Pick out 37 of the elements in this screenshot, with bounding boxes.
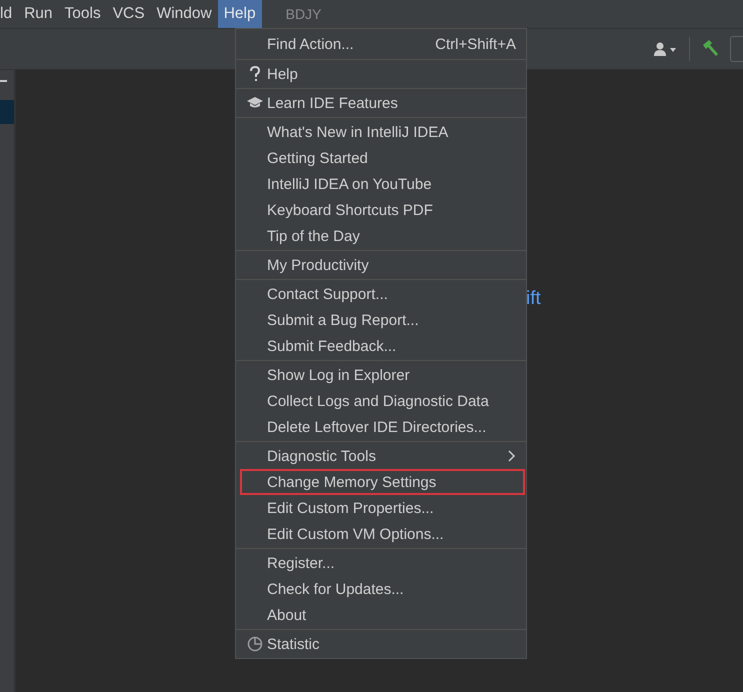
graduation-cap-icon <box>246 97 262 109</box>
menu-item[interactable]: Contact Support... <box>236 281 526 307</box>
menu-item[interactable]: Edit Custom Properties... <box>236 495 526 521</box>
menu-item[interactable]: Edit Custom VM Options... <box>236 521 526 547</box>
toolbar-button[interactable] <box>730 36 743 62</box>
menu-item[interactable]: Tip of the Day <box>236 223 526 249</box>
menu-item[interactable]: Keyboard Shortcuts PDF <box>236 197 526 223</box>
menu-item[interactable]: My Productivity <box>236 252 526 278</box>
menu-item[interactable]: Register... <box>236 550 526 576</box>
menu-item[interactable]: Learn IDE Features <box>236 90 526 116</box>
selected-row[interactable] <box>0 100 14 124</box>
menu-bar-item[interactable]: ld <box>0 0 18 28</box>
menu-item[interactable]: Submit a Bug Report... <box>236 307 526 333</box>
user-dropdown-icon[interactable] <box>653 41 679 57</box>
menu-item[interactable]: Collect Logs and Diagnostic Data <box>236 388 526 414</box>
menu-item[interactable]: About <box>236 602 526 628</box>
menu-item[interactable]: Submit Feedback... <box>236 333 526 359</box>
menu-bar-item[interactable]: Run <box>18 0 59 28</box>
menu-item[interactable]: Change Memory Settings <box>240 469 525 495</box>
menu-item[interactable]: Statistic <box>236 631 526 657</box>
menu-bar-item[interactable]: VCS <box>106 0 151 28</box>
question-icon <box>248 66 260 82</box>
menu-item[interactable]: Getting Started <box>236 145 526 171</box>
menu-item[interactable]: Diagnostic Tools <box>236 443 526 469</box>
menu-item[interactable]: Show Log in Explorer <box>236 362 526 388</box>
editor-hint-text: ift <box>526 288 541 310</box>
menu-item[interactable]: Delete Leftover IDE Directories... <box>236 414 526 440</box>
menu-item[interactable]: IntelliJ IDEA on YouTube <box>236 171 526 197</box>
menu-item[interactable]: What's New in IntelliJ IDEA <box>236 119 526 145</box>
menu-item[interactable]: Check for Updates... <box>236 576 526 602</box>
menu-item[interactable]: Help <box>236 61 526 87</box>
project-title: BDJY <box>286 5 322 24</box>
menu-bar-item[interactable]: Tools <box>58 0 107 28</box>
menu-bar-item[interactable]: Window <box>150 0 218 28</box>
pie-chart-icon <box>246 636 262 652</box>
menu-bar-item[interactable]: Help <box>218 0 262 28</box>
hammer-icon[interactable] <box>700 39 720 59</box>
